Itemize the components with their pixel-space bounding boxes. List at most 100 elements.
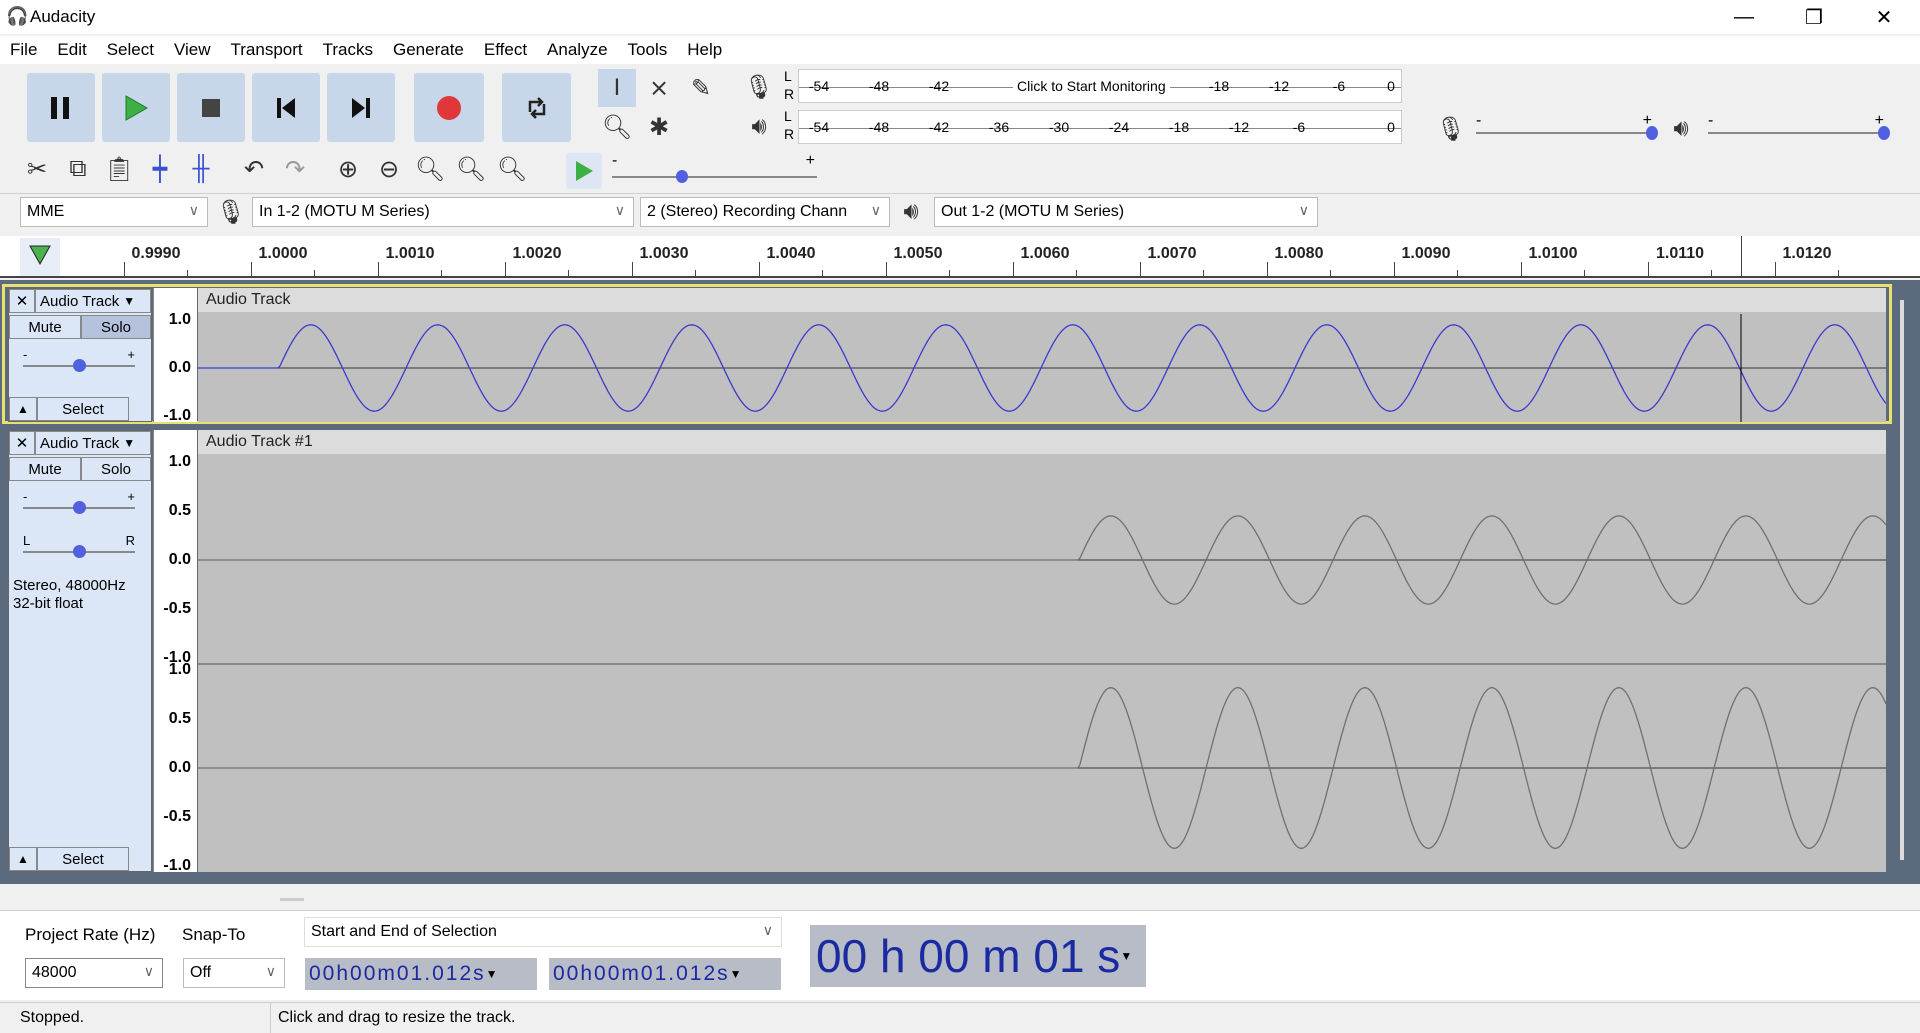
menu-generate[interactable]: Generate xyxy=(383,40,474,60)
redo-icon[interactable]: ↷ xyxy=(276,150,314,188)
menu-help[interactable]: Help xyxy=(677,40,732,60)
input-device-select[interactable]: In 1-2 (MOTU M Series) ∨ xyxy=(252,197,634,227)
slider-thumb[interactable] xyxy=(73,359,86,372)
ruler-label: 1.0000 xyxy=(258,245,308,262)
select-track-button[interactable]: Select xyxy=(37,847,129,871)
selection-start-time[interactable]: 00h00m01.012s ▼ xyxy=(305,958,537,990)
pause-button[interactable] xyxy=(27,73,95,142)
zoom-toggle-icon[interactable]: 🔍︎ xyxy=(493,150,531,188)
gain-slider[interactable]: - + xyxy=(23,489,135,523)
play-at-speed-button[interactable] xyxy=(566,153,602,189)
slider-thumb[interactable] xyxy=(676,170,688,183)
menu-effect[interactable]: Effect xyxy=(474,40,537,60)
menu-transport[interactable]: Transport xyxy=(221,40,313,60)
paste-icon[interactable]: 📋︎ xyxy=(100,150,138,188)
pan-slider[interactable]: LR xyxy=(23,533,135,567)
menu-view[interactable]: View xyxy=(164,40,221,60)
select-track-button[interactable]: Select xyxy=(37,397,129,421)
selection-tool-icon[interactable]: I xyxy=(598,69,636,107)
zoom-in-icon[interactable]: ⊕ xyxy=(329,150,367,188)
draw-tool-icon[interactable]: ✎ xyxy=(682,69,720,107)
slider-thumb[interactable] xyxy=(73,545,86,558)
stop-button[interactable] xyxy=(177,73,245,142)
solo-button[interactable]: Solo xyxy=(81,457,151,481)
amplitude-label: 0.0 xyxy=(168,551,191,568)
ruler-major-tick xyxy=(505,262,506,276)
fit-project-icon[interactable]: 🔍︎ xyxy=(452,150,490,188)
vertical-amplitude-ruler: 1.0 0.5 0.0 -0.5 -1.0 1.0 0.5 0.0 -0.5 -1.0 xyxy=(153,430,197,874)
close-button[interactable]: ✕ xyxy=(1854,0,1914,34)
multi-tool-icon[interactable]: ✱ xyxy=(640,108,678,146)
gain-slider[interactable]: - + xyxy=(23,347,135,381)
ruler-major-tick xyxy=(1013,262,1014,276)
solo-button[interactable]: Solo xyxy=(81,315,151,339)
project-rate-select[interactable]: 48000 ∨ xyxy=(25,958,163,988)
ruler-major-tick xyxy=(1521,262,1522,276)
start-monitoring-label[interactable]: Click to Start Monitoring xyxy=(1013,78,1170,94)
zoom-tool-icon[interactable]: 🔍︎ xyxy=(598,108,636,146)
mute-button[interactable]: Mute xyxy=(9,315,81,339)
silence-audio-icon[interactable]: ╫ xyxy=(182,150,220,188)
slider-thumb[interactable] xyxy=(73,501,86,514)
close-track-icon[interactable]: ✕ xyxy=(9,289,35,313)
meter-tick-label: -6 xyxy=(1292,119,1306,135)
record-meter-mic-icon[interactable]: 🎙︎ xyxy=(740,68,778,106)
output-volume-slider[interactable]: - + xyxy=(1708,112,1890,142)
vertical-scrollbar[interactable] xyxy=(1900,300,1904,860)
waveform-area[interactable]: Audio Track xyxy=(198,288,1886,422)
record-meter[interactable]: Click to Start Monitoring -54 -48 -42 -18 -12… xyxy=(798,69,1402,103)
play-head-button[interactable] xyxy=(20,238,60,276)
audio-host-select[interactable]: MME ∨ xyxy=(20,197,208,227)
resize-handle[interactable] xyxy=(280,898,304,901)
slider-thumb[interactable] xyxy=(1878,126,1890,140)
collapse-track-icon[interactable]: ▲ xyxy=(9,397,37,421)
menu-select[interactable]: Select xyxy=(97,40,164,60)
snap-to-select[interactable]: Off ∨ xyxy=(183,958,285,988)
close-track-icon[interactable]: ✕ xyxy=(9,431,35,455)
channel-l-label: L xyxy=(784,108,792,124)
ruler-label: 1.0120 xyxy=(1782,245,1832,262)
recording-channels-select[interactable]: 2 (Stereo) Recording Chann ∨ xyxy=(640,197,890,227)
output-device-select[interactable]: Out 1-2 (MOTU M Series) ∨ xyxy=(934,197,1318,227)
ruler-minor-tick xyxy=(568,270,569,276)
envelope-tool-icon[interactable]: ⨯ xyxy=(640,69,678,107)
menu-file[interactable]: File xyxy=(0,40,47,60)
menu-tracks[interactable]: Tracks xyxy=(313,40,383,60)
slider-min-label: - xyxy=(23,347,28,362)
collapse-track-icon[interactable]: ▲ xyxy=(9,847,37,871)
playback-meter[interactable]: -54 -48 -42 -36 -30 -24 -18 -12 -6 0 xyxy=(798,110,1402,144)
meter-tick-label: -54 xyxy=(808,119,830,135)
mute-button[interactable]: Mute xyxy=(9,457,81,481)
trim-audio-icon[interactable]: ┿ xyxy=(141,150,179,188)
loop-button[interactable] xyxy=(502,73,571,142)
ruler-label: 1.0020 xyxy=(512,245,562,262)
play-meter-speaker-icon[interactable]: 🔊︎ xyxy=(740,108,778,146)
play-button[interactable] xyxy=(102,73,170,142)
record-button[interactable] xyxy=(414,73,484,142)
audio-position-time[interactable]: 00 h 00 m 01 s ▼ xyxy=(810,925,1146,987)
selection-mode-select[interactable]: Start and End of Selection ∨ xyxy=(304,917,782,947)
menu-analyze[interactable]: Analyze xyxy=(537,40,617,60)
timeline-ruler[interactable]: 0.9990 1.0000 1.0010 1.0020 1.0030 1.0040 1.00… xyxy=(0,236,1920,278)
selection-end-time[interactable]: 00h00m01.012s ▼ xyxy=(549,958,781,990)
copy-icon[interactable]: ⧉ xyxy=(59,150,97,188)
menu-tools[interactable]: Tools xyxy=(618,40,678,60)
skip-to-start-button[interactable] xyxy=(252,73,320,142)
zoom-out-icon[interactable]: ⊖ xyxy=(370,150,408,188)
meter-tick-label: 0 xyxy=(1387,119,1395,135)
waveform-area[interactable]: Audio Track #1 xyxy=(198,430,1886,872)
undo-icon[interactable]: ↶ xyxy=(235,150,273,188)
restore-button[interactable]: ❐ xyxy=(1784,0,1844,34)
skip-to-end-button[interactable] xyxy=(327,73,395,142)
menu-edit[interactable]: Edit xyxy=(47,40,96,60)
ruler-label: 1.0060 xyxy=(1020,245,1070,262)
slider-thumb[interactable] xyxy=(1646,126,1658,140)
caret-down-icon: ▼ xyxy=(485,967,500,981)
track-name-menu[interactable]: Audio Track ▼ xyxy=(35,289,151,313)
minimize-button[interactable]: — xyxy=(1714,0,1774,34)
cut-icon[interactable]: ✂ xyxy=(18,150,56,188)
input-volume-slider[interactable]: - + xyxy=(1476,112,1658,142)
play-speed-slider[interactable]: - + xyxy=(612,152,817,186)
track-name-menu[interactable]: Audio Track ▼ xyxy=(35,431,151,455)
fit-selection-icon[interactable]: 🔍︎ xyxy=(411,150,449,188)
